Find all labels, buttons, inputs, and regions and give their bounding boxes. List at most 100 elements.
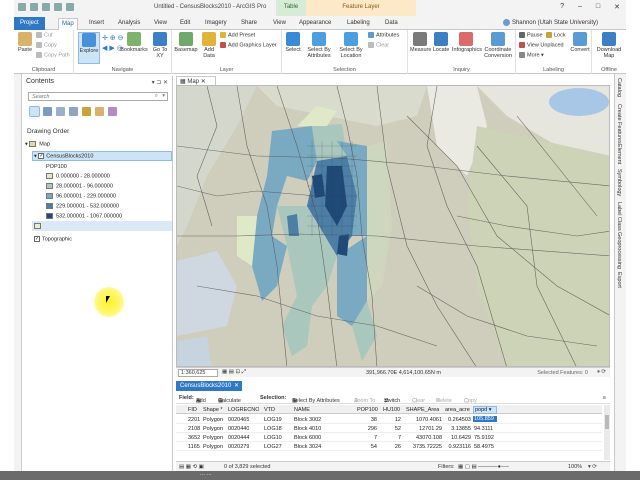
tab-project[interactable]: Project xyxy=(14,17,45,30)
add-preset-button[interactable]: Add Preset xyxy=(220,32,255,38)
cut-button[interactable]: Cut xyxy=(36,32,53,38)
redo-icon[interactable] xyxy=(66,3,74,11)
tab-appearance[interactable]: Appearance xyxy=(296,18,334,30)
tab-edit[interactable]: Edit xyxy=(177,18,193,30)
user-account[interactable]: Shannon (Utah State University) xyxy=(502,19,598,26)
more-labeling-button[interactable]: More ▾ xyxy=(519,52,544,58)
list-by-source-icon[interactable] xyxy=(43,107,52,116)
basemap-visibility-checkbox[interactable]: ✓ xyxy=(34,236,40,242)
view-unplaced-button[interactable]: View Unplaced xyxy=(519,42,564,48)
class-item[interactable]: 532.000001 - 1067.000000 xyxy=(46,213,122,219)
coordinate-conversion-button[interactable]: Coordinate Conversion xyxy=(482,32,514,59)
map-tools-icon[interactable]: ▦ ▤ ⊡ ⤢ xyxy=(222,369,246,376)
minimize-button[interactable]: – xyxy=(578,3,582,11)
list-by-drawing-order-icon[interactable] xyxy=(29,106,40,117)
measure-button[interactable]: Measure xyxy=(410,32,431,53)
chevron-down-icon[interactable]: ▾ xyxy=(162,93,165,99)
select-by-location-button[interactable]: Select By Location xyxy=(336,32,366,59)
column-header-logrecno[interactable]: LOGRECNO xyxy=(228,407,259,413)
tab-insert[interactable]: Insert xyxy=(86,18,107,30)
column-header-hu100[interactable]: HU100 xyxy=(383,407,400,413)
tab-imagery[interactable]: Imagery xyxy=(202,18,230,30)
open-icon[interactable] xyxy=(30,3,38,11)
locate-button[interactable]: Locate xyxy=(432,32,450,53)
table-scrollbar[interactable] xyxy=(604,405,610,460)
tab-table-view[interactable]: View xyxy=(270,18,289,30)
cell-popd[interactable]: 105.859 xyxy=(473,416,497,422)
attribute-table-tab[interactable]: CensusBlocks2010 ✕ xyxy=(176,381,242,391)
bookmarks-button[interactable]: Bookmarks xyxy=(120,32,148,53)
pause-labels-button[interactable]: Pause xyxy=(519,32,543,38)
tab-data[interactable]: Data xyxy=(382,18,401,30)
list-by-selection-icon[interactable] xyxy=(56,107,65,116)
dock-tab-symbology[interactable]: Symbology xyxy=(616,169,622,196)
column-header-pop100[interactable]: POP100 xyxy=(357,407,378,413)
scrollbar-thumb[interactable] xyxy=(605,415,609,429)
table-row[interactable]: 3652 Polygon 0020444 LOG10 Block 6000 7 … xyxy=(176,433,602,442)
table-menu-icon[interactable]: ≡ xyxy=(603,395,606,401)
class-item[interactable]: 0.000000 - 28.000000 xyxy=(46,173,110,179)
explore-button[interactable]: Explore xyxy=(78,32,100,64)
class-item[interactable]: 28.000001 - 96.000000 xyxy=(46,183,113,189)
paste-button[interactable]: Paste xyxy=(16,32,34,53)
table-row[interactable]: 1165 Polygon 0020279 LOG27 Block 3024 54… xyxy=(176,442,602,451)
contents-search-input[interactable]: Search ⌕ ▾ xyxy=(28,92,168,101)
select-button[interactable]: Select xyxy=(284,32,302,53)
table-row[interactable]: 2201 Polygon 0020465 LOG19 Block 3002 38… xyxy=(176,415,602,424)
layer-topographic[interactable]: ✓ Topographic xyxy=(34,236,72,242)
undo-icon[interactable] xyxy=(54,3,62,11)
clear-selection-button[interactable]: Clear xyxy=(368,42,389,48)
save-icon[interactable] xyxy=(42,3,50,11)
pause-drawing-icon[interactable]: ⏸ ⟳ xyxy=(597,369,606,376)
map-view[interactable] xyxy=(176,85,610,367)
basemap-button[interactable]: Basemap xyxy=(174,32,198,53)
column-header-shape-area[interactable]: SHAPE_Area xyxy=(406,407,439,413)
class-item[interactable]: 96.000001 - 229.000000 xyxy=(46,193,116,199)
column-header-fid[interactable]: FID xyxy=(188,407,197,413)
search-icon[interactable]: ⌕ xyxy=(155,93,158,100)
dock-tab-element[interactable]: Element xyxy=(616,144,622,164)
lock-labels-button[interactable]: Lock xyxy=(546,32,566,38)
column-header-vtd[interactable]: VTD xyxy=(264,407,275,413)
tab-analysis[interactable]: Analysis xyxy=(115,18,143,30)
filter-icons[interactable]: ▦ ▢ ▤ ─────●── xyxy=(458,464,509,470)
close-icon[interactable]: ✕ xyxy=(234,382,239,389)
table-row[interactable]: 2108 Polygon 0020440 LOG18 Block 4010 29… xyxy=(176,424,602,433)
download-map-button[interactable]: Download Map xyxy=(595,32,623,59)
map-view-tab[interactable]: ▦ Map ✕ xyxy=(176,76,216,85)
column-header-area-acre[interactable]: area_acre xyxy=(445,407,470,413)
dock-tab-create-features[interactable]: Create Features xyxy=(616,104,622,144)
table-zoom-level[interactable]: 100% xyxy=(568,464,582,470)
class-item-other[interactable] xyxy=(34,223,44,229)
list-by-perspective-icon[interactable] xyxy=(108,107,117,116)
table-zoom-dropdown-icon[interactable]: ▾ ⟳ xyxy=(588,464,597,470)
tab-view[interactable]: View xyxy=(151,18,170,30)
layer-visibility-checkbox[interactable]: ✓ xyxy=(38,153,45,159)
copy-path-button[interactable]: Copy Path xyxy=(36,52,70,58)
go-to-xy-button[interactable]: Go To XY xyxy=(150,32,170,59)
class-item[interactable]: 229.000001 - 532.000000 xyxy=(46,203,119,209)
close-button[interactable]: ✕ xyxy=(614,3,620,11)
dock-tab-label-class[interactable]: Label Class xyxy=(616,202,622,231)
tab-labeling[interactable]: Labeling xyxy=(344,18,373,30)
add-graphics-layer-button[interactable]: Add Graphics Layer xyxy=(220,42,277,48)
tab-share[interactable]: Share xyxy=(238,18,260,30)
column-header-popd[interactable]: popd ▾ xyxy=(473,406,497,414)
map-node[interactable]: ▾ Map xyxy=(25,141,50,147)
list-by-snapping-icon[interactable] xyxy=(82,107,91,116)
column-header-name[interactable]: NAME xyxy=(294,407,310,413)
convert-labels-button[interactable]: Convert xyxy=(570,32,590,53)
layer-censusblocks2010[interactable]: ▾ ✓ CensusBlocks2010 xyxy=(34,153,93,159)
table-view-icons[interactable]: ▤ ▦ ⟲ ▣ xyxy=(179,464,204,470)
add-data-button[interactable]: Add Data xyxy=(200,32,218,59)
new-project-icon[interactable] xyxy=(18,3,26,11)
list-by-labeling-icon[interactable] xyxy=(95,107,104,116)
pane-controls[interactable]: ▾ ⊐ ✕ xyxy=(152,79,168,86)
column-header-shape[interactable]: Shape * xyxy=(203,407,223,413)
list-by-editing-icon[interactable] xyxy=(69,107,78,116)
infographics-button[interactable]: Infographics xyxy=(452,32,482,53)
help-button[interactable]: ? xyxy=(560,3,564,11)
dock-tab-catalog[interactable]: Catalog xyxy=(616,78,622,97)
dock-tab-export[interactable]: Export xyxy=(616,272,622,288)
tab-map[interactable]: Map xyxy=(58,18,78,30)
